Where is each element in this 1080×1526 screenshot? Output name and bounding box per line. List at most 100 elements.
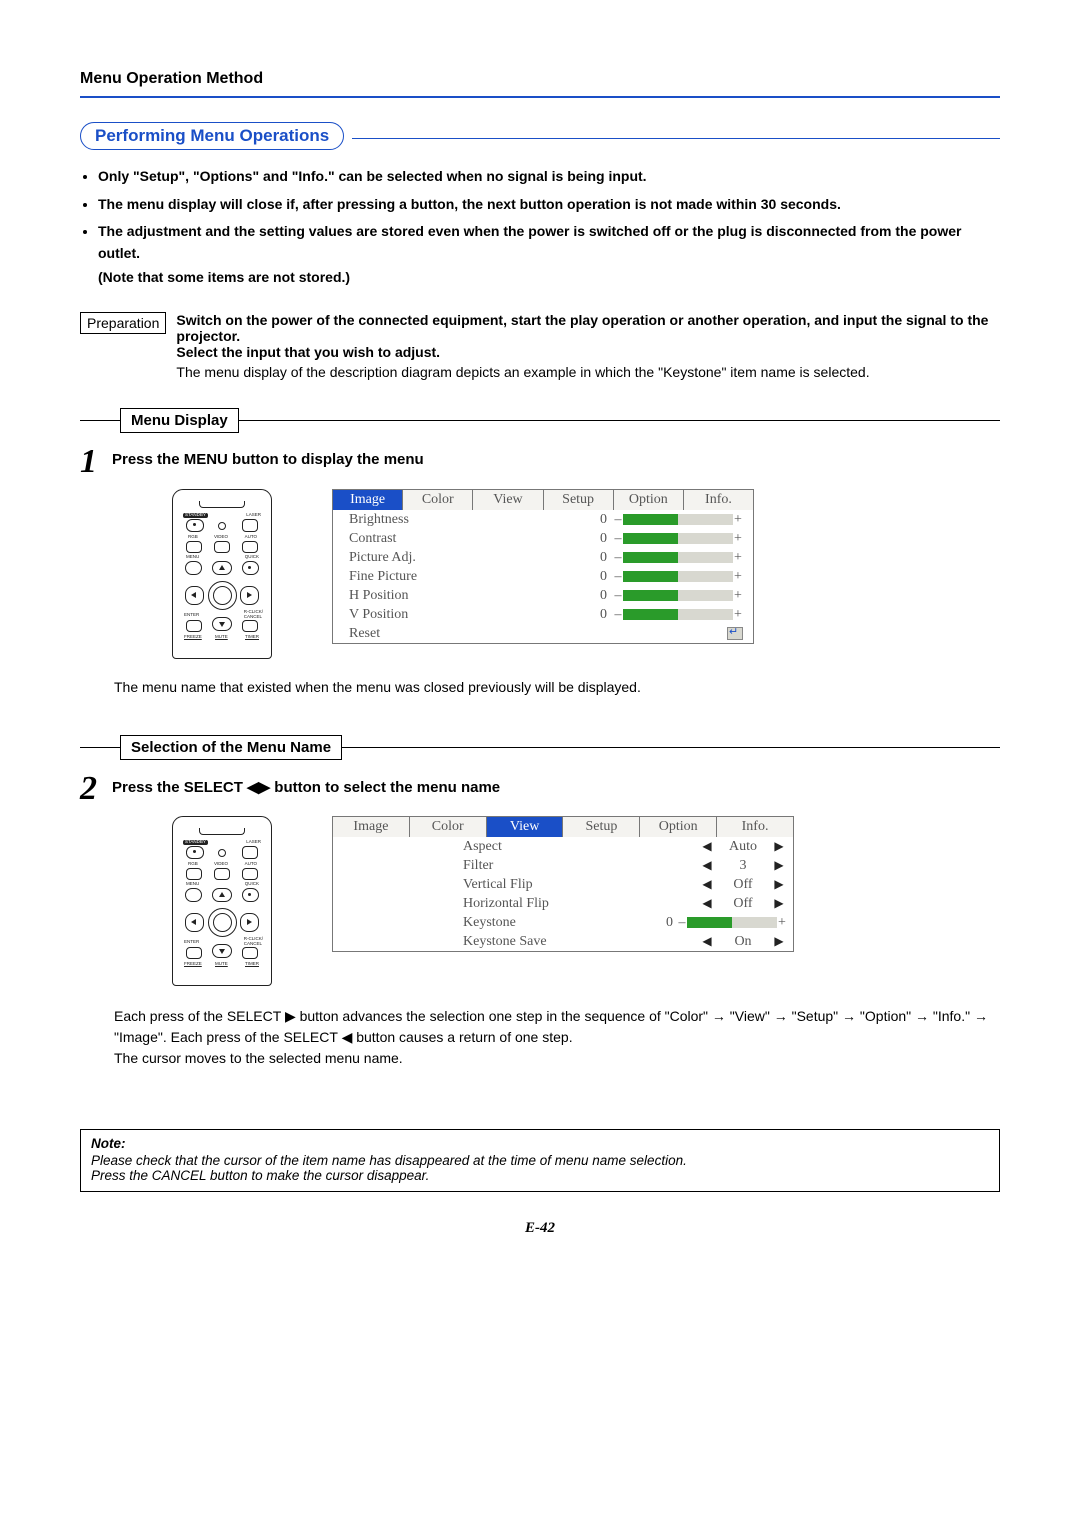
menu-item-label: Brightness — [349, 512, 587, 528]
view-menu: Image Color View Setup Option Info. Aspe… — [332, 816, 794, 952]
header-rule — [80, 96, 1000, 98]
auto-label: AUTO — [245, 535, 257, 540]
note-line: Press the CANCEL button to make the curs… — [91, 1168, 989, 1183]
menu-item-label: Keystone — [463, 915, 655, 931]
step-instruction: Press the MENU button to display the men… — [112, 449, 424, 468]
slider-icon: –+ — [613, 607, 743, 623]
tab-option: Option — [614, 490, 684, 510]
right-button — [240, 913, 259, 932]
menu-item-label: Filter — [463, 858, 699, 874]
note-box: Note: Please check that the cursor of th… — [80, 1129, 1000, 1192]
quick-button — [242, 888, 259, 902]
freeze-label: FREEZE — [184, 635, 202, 640]
laser-label: LASER — [246, 840, 261, 845]
tab-view: View — [473, 490, 543, 510]
reset-icon — [727, 627, 743, 640]
menu-item-label: Vertical Flip — [463, 877, 699, 893]
up-button — [212, 561, 232, 575]
menu-item-value: 0 — [587, 531, 607, 547]
preparation-text: Switch on the power of the connected equ… — [176, 312, 1000, 380]
menu-tab-bar: Image Color View Setup Option Info. — [333, 490, 753, 510]
prep-bold-2: Select the input that you wish to adjust… — [176, 344, 440, 360]
subsection-menu-display: Menu Display — [80, 408, 1000, 433]
quick-label: QUICK — [245, 882, 259, 887]
cancel-button — [242, 620, 258, 632]
menu-button — [185, 888, 202, 902]
laser-label: LASER — [246, 513, 261, 518]
step2-paragraph: Each press of the SELECT ▶ button advanc… — [114, 1006, 1000, 1069]
tab-option: Option — [640, 817, 717, 837]
standby-button — [186, 519, 204, 532]
enter-label: ENTER — [184, 613, 199, 618]
quick-button — [242, 561, 259, 575]
rgb-label: RGB — [188, 862, 198, 867]
subsection-title: Selection of the Menu Name — [120, 735, 342, 760]
menu-item-row: Keystone Save◀On▶ — [333, 932, 793, 951]
slider-icon: 0–+ — [655, 915, 787, 931]
preparation-block: Preparation Switch on the power of the c… — [80, 312, 1000, 380]
slider-icon: –+ — [613, 512, 743, 528]
quick-label: QUICK — [245, 555, 259, 560]
freeze-label: FREEZE — [184, 962, 202, 967]
slider-icon: –+ — [613, 569, 743, 585]
menu-item-row: Brightness0 –+ — [333, 510, 753, 529]
slider-icon: –+ — [613, 550, 743, 566]
slider-icon: –+ — [613, 588, 743, 604]
menu-item-row: Vertical Flip◀Off▶ — [333, 875, 793, 894]
tab-info: Info. — [717, 817, 793, 837]
cancel-label: CANCEL — [244, 942, 262, 947]
menu-item-value: Off — [715, 877, 771, 893]
image-menu: Image Color View Setup Option Info. Brig… — [332, 489, 754, 644]
triangle-right-icon: ▶ — [771, 934, 787, 949]
menu-button — [185, 561, 202, 575]
auto-label: AUTO — [245, 862, 257, 867]
section-title-row: Performing Menu Operations — [80, 122, 1000, 150]
video-button — [214, 541, 230, 553]
menu-item-label: H Position — [349, 588, 587, 604]
laser-button — [242, 519, 258, 532]
menu-item-row: Horizontal Flip◀Off▶ — [333, 894, 793, 913]
menu-item-row: Contrast0–+ — [333, 529, 753, 548]
menu-item-label: V Position — [349, 607, 587, 623]
cancel-button — [242, 947, 258, 959]
timer-label: TIMER — [245, 962, 259, 967]
step-1: 1 Press the MENU button to display the m… — [80, 449, 1000, 475]
video-label: VIDEO — [214, 535, 228, 540]
tab-color: Color — [410, 817, 487, 837]
rgb-button — [186, 868, 202, 880]
menu-item-label: Keystone Save — [463, 934, 699, 950]
bullet-item: Only "Setup", "Options" and "Info." can … — [98, 166, 1000, 188]
subsection-title: Menu Display — [120, 408, 239, 433]
left-button — [185, 913, 204, 932]
menu-tab-bar: Image Color View Setup Option Info. — [333, 817, 793, 837]
menu-item-label: Horizontal Flip — [463, 896, 699, 912]
tab-setup: Setup — [563, 817, 640, 837]
step-2-body: STANDBY LASER RGB VIDEO AUTO MENU QUICK … — [172, 816, 1000, 986]
mute-label: MUTE — [215, 635, 228, 640]
menu-item-value: 0 — [587, 550, 607, 566]
triangle-right-icon: ▶ — [771, 858, 787, 873]
triangle-left-icon: ◀ — [699, 839, 715, 854]
reset-row: Reset — [333, 624, 753, 643]
prep-normal: The menu display of the description diag… — [176, 364, 1000, 380]
page-number: E-42 — [80, 1220, 1000, 1237]
para-line: The cursor moves to the selected menu na… — [114, 1050, 403, 1066]
section-title: Performing Menu Operations — [80, 122, 344, 150]
tab-color: Color — [403, 490, 473, 510]
intro-bullets: Only "Setup", "Options" and "Info." can … — [80, 166, 1000, 288]
menu-item-value: 0 — [587, 588, 607, 604]
triangle-right-icon: ▶ — [771, 896, 787, 911]
step-2: 2 Press the SELECT ◀▶ button to select t… — [80, 776, 1000, 802]
menu-item-value: 0 — [587, 512, 607, 528]
menu-item-label: Aspect — [463, 839, 699, 855]
enter-label: ENTER — [184, 940, 199, 945]
note-title: Note: — [91, 1136, 989, 1151]
rgb-label: RGB — [188, 535, 198, 540]
right-button — [240, 586, 259, 605]
tab-view: View — [487, 817, 564, 837]
menu-item-value: Auto — [715, 839, 771, 855]
rule-icon — [80, 420, 120, 421]
menu-item-row: H Position0 –+ — [333, 586, 753, 605]
menu-item-row: Fine Picture0–+ — [333, 567, 753, 586]
standby-label: STANDBY — [183, 513, 208, 518]
